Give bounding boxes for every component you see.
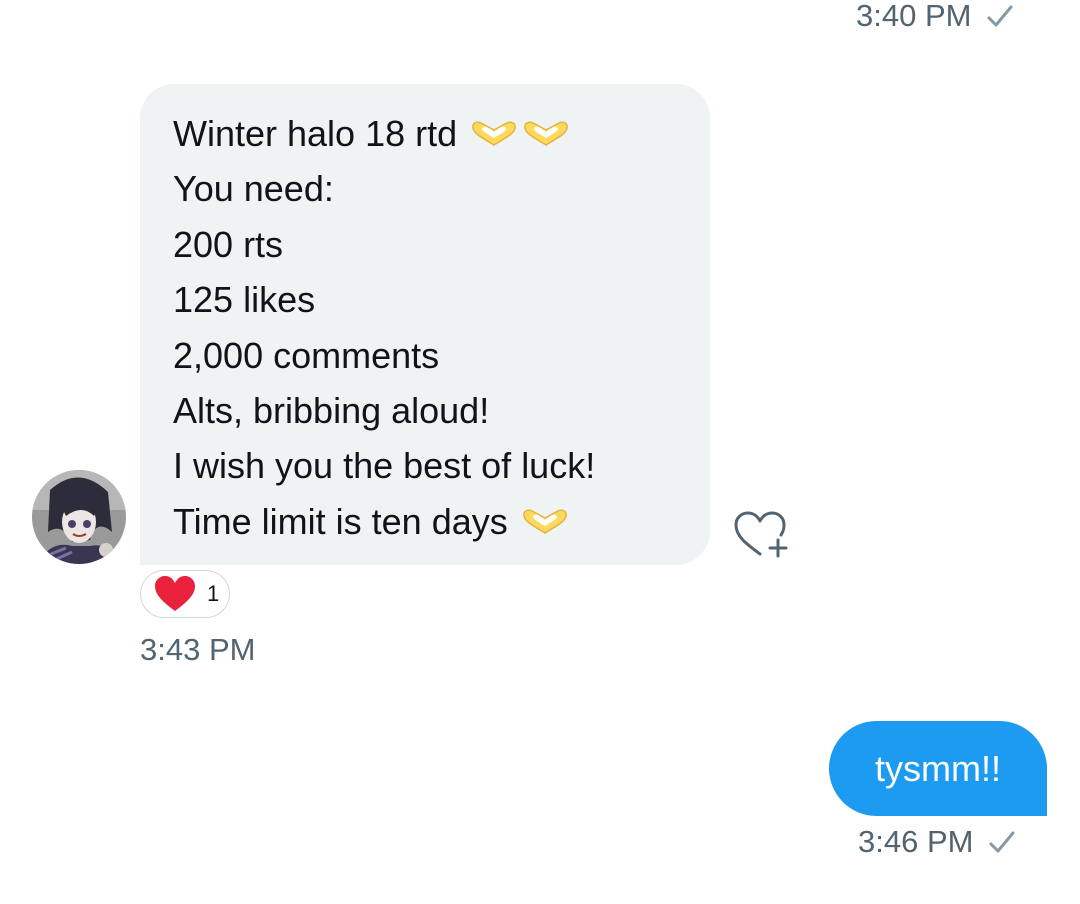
message-line: Winter halo 18 rtd xyxy=(173,106,690,161)
avatar-image xyxy=(32,470,126,564)
message-timestamp: 3:46 PM xyxy=(858,824,1017,860)
message-line: 2,000 comments xyxy=(173,328,690,383)
message-timestamp: 3:43 PM xyxy=(140,632,255,668)
reaction-pill[interactable]: 1 xyxy=(140,570,231,618)
timestamp-text: 3:40 PM xyxy=(856,0,972,33)
outgoing-message-bubble[interactable]: tysmm!! xyxy=(829,721,1047,816)
reaction-count: 1 xyxy=(207,581,220,606)
timestamp-text: 3:43 PM xyxy=(140,632,256,667)
message-line: 125 likes xyxy=(173,272,690,327)
message-text: Alts, bribbing aloud! xyxy=(173,390,490,432)
heart-hands-icon xyxy=(524,121,568,146)
heart-hands-emoji-group xyxy=(469,120,571,148)
message-text: You need: xyxy=(173,168,334,210)
heart-plus-icon[interactable] xyxy=(730,508,794,560)
message-text: tysmm!! xyxy=(875,747,1001,789)
heart-hands-icon xyxy=(522,509,567,534)
heart-hands-emoji-group xyxy=(520,508,570,536)
message-text: 2,000 comments xyxy=(173,334,440,376)
red-heart-icon xyxy=(155,576,195,611)
check-icon xyxy=(989,831,1015,853)
incoming-message-bubble[interactable]: Winter halo 18 rtd You need: 200 rts 125… xyxy=(140,84,710,565)
message-text: Winter halo 18 rtd xyxy=(173,113,458,154)
message-line: Alts, bribbing aloud! xyxy=(173,383,690,438)
message-text: 125 likes xyxy=(173,279,316,321)
message-line: I wish you the best of luck! xyxy=(173,438,690,493)
message-text: 200 rts xyxy=(173,223,284,265)
message-line: 200 rts xyxy=(173,217,690,272)
message-line: Time limit is ten days xyxy=(173,494,690,549)
message-text: I wish you the best of luck! xyxy=(173,445,596,487)
message-text: Time limit is ten days xyxy=(173,500,508,542)
check-icon xyxy=(987,5,1013,27)
message-timestamp: 3:40 PM xyxy=(856,0,1015,34)
heart-hands-icon xyxy=(472,121,516,146)
message-line: You need: xyxy=(173,161,690,216)
timestamp-text: 3:46 PM xyxy=(858,824,974,859)
avatar[interactable] xyxy=(32,470,126,564)
